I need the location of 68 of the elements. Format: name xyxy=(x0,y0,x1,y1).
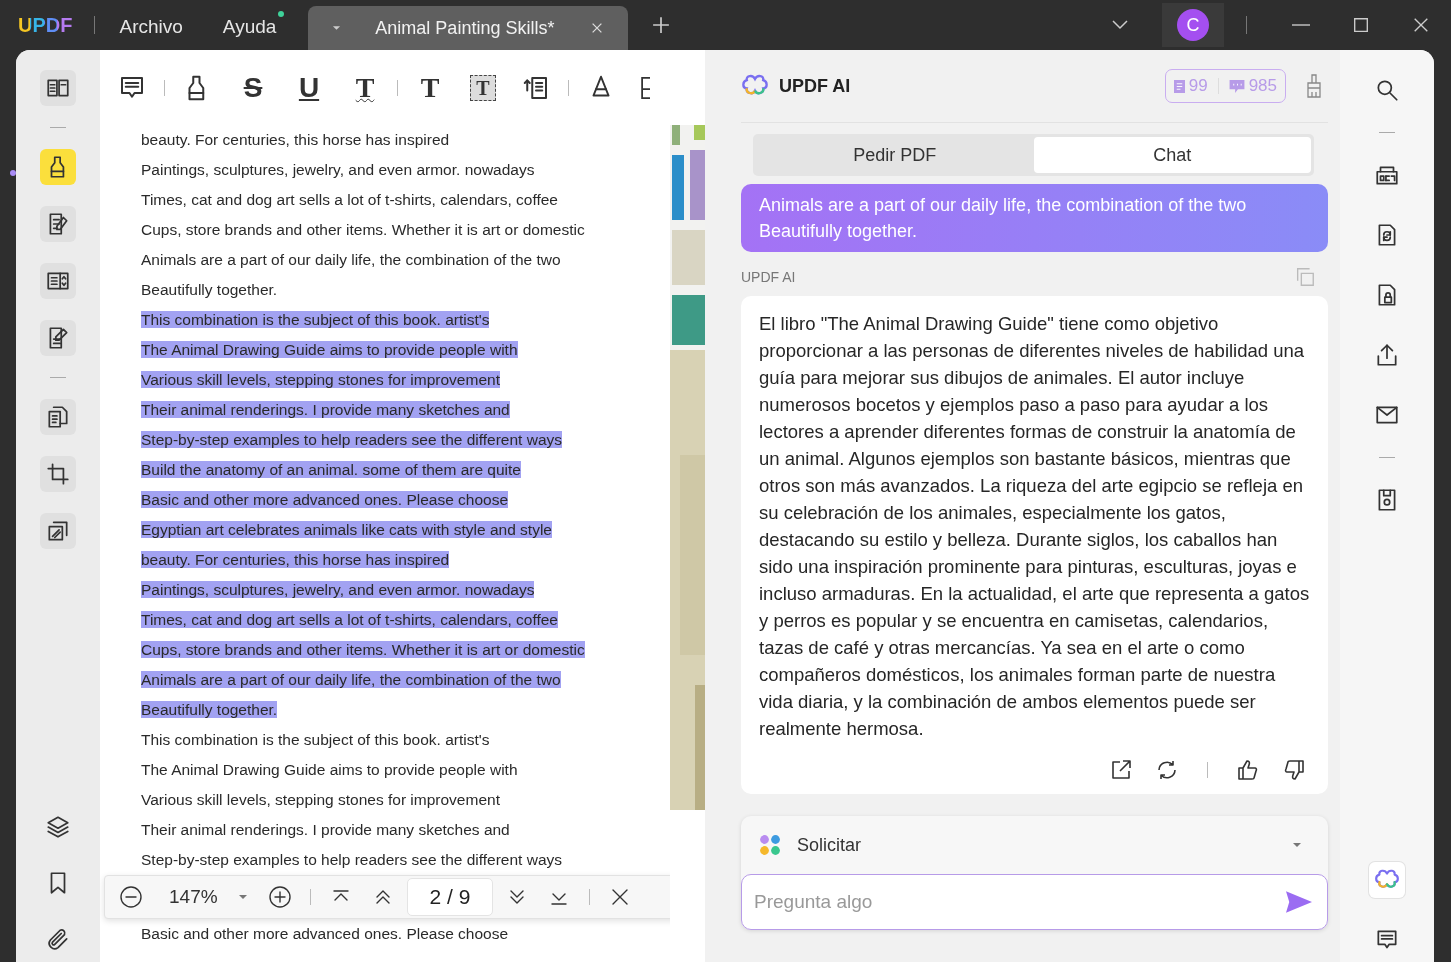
avatar[interactable]: C xyxy=(1177,9,1209,41)
text-line: Cups, store brands and other items. Whether it is art or domestic xyxy=(141,221,585,238)
eraser-icon xyxy=(641,75,650,100)
text-line: Basic and other more advanced ones. Please choose xyxy=(141,925,509,942)
caret-icon xyxy=(1292,842,1302,848)
menu-item[interactable]: Archivo xyxy=(119,10,191,40)
underline-button[interactable]: U xyxy=(293,71,325,104)
new-tab-icon[interactable] xyxy=(652,16,671,34)
zoom-level[interactable]: 147% xyxy=(169,886,218,908)
tab-title: Animal Painting Skills* xyxy=(375,17,556,39)
stacked-pages-icon xyxy=(45,518,71,544)
caret-icon[interactable] xyxy=(237,894,248,900)
thumbs-up-icon[interactable] xyxy=(1236,758,1260,782)
credit-count: 99 xyxy=(1188,76,1208,96)
prompt-label: Solicitar xyxy=(797,834,862,856)
text-line: Beautifully together. xyxy=(141,281,278,298)
text-line: The Animal Drawing Guide aims to provide people with xyxy=(141,761,518,778)
crop-icon xyxy=(45,461,71,487)
account-area[interactable]: C xyxy=(1162,3,1224,47)
reader-tool-button[interactable] xyxy=(40,70,76,106)
mode-tab[interactable]: Pedir PDF xyxy=(756,137,1034,173)
text-line: Paintings, sculptures, jewelry, and even armor. nowadays xyxy=(141,161,535,178)
external-link-icon[interactable] xyxy=(1109,758,1133,782)
menu-item[interactable]: Ayuda xyxy=(222,10,285,40)
message-text: Animals are a part of our daily life, the combination of the two xyxy=(759,194,1248,217)
maximize-icon[interactable] xyxy=(1352,16,1370,34)
ai-panel-button[interactable] xyxy=(1369,862,1405,898)
text-line: Animals are a part of our daily life, the combination of the two xyxy=(141,251,561,268)
panel-title: UPDF AI xyxy=(779,75,851,97)
indicator-dot xyxy=(10,170,16,176)
strikethrough-button[interactable]: S xyxy=(237,71,269,104)
prompt-dropdown[interactable]: Solicitar xyxy=(741,816,1328,874)
chevron-down-icon[interactable] xyxy=(1112,20,1128,30)
message-text: Beautifully together. xyxy=(759,220,919,243)
document-tab[interactable]: Animal Painting Skills* xyxy=(308,6,629,50)
text-line: Various skill levels, stepping stones for improvement xyxy=(141,791,500,808)
refresh-icon[interactable] xyxy=(1155,758,1179,782)
text-box-button[interactable]: T xyxy=(470,74,496,101)
squiggly-button[interactable]: T xyxy=(349,71,381,104)
text-line: Times, cat and dog art sells a lot of t-shirts, calendars, coffee xyxy=(141,191,558,208)
text-line: This combination is the subject of this book. artist's xyxy=(141,731,490,748)
pages-icon xyxy=(45,404,71,430)
chat-icon xyxy=(1228,79,1245,93)
text-line: beauty. For centuries, this horse has inspired xyxy=(141,131,450,148)
compress-tool-button[interactable] xyxy=(40,513,76,549)
brush-icon[interactable] xyxy=(1306,74,1322,98)
organize-tool-button[interactable] xyxy=(40,399,76,435)
close-icon[interactable] xyxy=(1412,16,1430,34)
mode-tab[interactable]: Chat xyxy=(1033,137,1311,173)
credit-count: 985 xyxy=(1248,76,1277,96)
text-line: Step-by-step examples to help readers see the different ways xyxy=(141,851,563,868)
highlight-tool-button[interactable] xyxy=(40,149,76,185)
sign-tool-button[interactable] xyxy=(40,320,76,356)
text-line: Their animal renderings. I provide many sketches and xyxy=(141,821,510,838)
document-icon xyxy=(1173,79,1185,93)
page-number-field[interactable]: 2 / 9 xyxy=(406,878,494,916)
text-button[interactable]: T xyxy=(414,71,446,104)
share-icon xyxy=(1374,342,1400,368)
send-icon[interactable] xyxy=(1286,891,1312,913)
prompt-dots-icon xyxy=(759,834,781,856)
edit-tool-button[interactable] xyxy=(40,206,76,242)
caret-icon[interactable] xyxy=(332,25,342,31)
crop-tool-button[interactable] xyxy=(40,456,76,492)
sender-label: UPDF AI xyxy=(741,269,796,285)
question-field[interactable]: Pregunta algo xyxy=(741,874,1328,930)
thumbs-down-icon[interactable] xyxy=(1282,758,1306,782)
form-tool-button[interactable] xyxy=(40,263,76,299)
reply-text: El libro "The Animal Drawing Guide" tiene como objetivo proporcionar a las personas de diferentes niveles de habilidad una guía para mejorar sus dibujos de animales. El autor incluye numerosos bocetos y ejemplos paso a paso para ayudar a los lectores a aprender diferentes formas de construir la anatomía de un animal. Algunos ejemplos son bastante básicos, mientras que otros son más avanzados. La riqueza del arte egipcio se refleja en su celebración de los animales, especialmente los gatos, destacando su estilo y belleza. Durante siglos, los caballos han sido una inspiración prominente para pinturas, esculturas, joyas e incluso armaduras. En la actualidad, el arte que representa a gatos y perros es popular y se encuentra en camisetas, calendarios, tazas de café y otras mercancías. Ya sea en el arte o como compañeros domésticos, los animales forman parte de nuestra vida diaria, y la combinación de ambos elementos puede ser realmente hermosa. xyxy=(759,312,1310,741)
